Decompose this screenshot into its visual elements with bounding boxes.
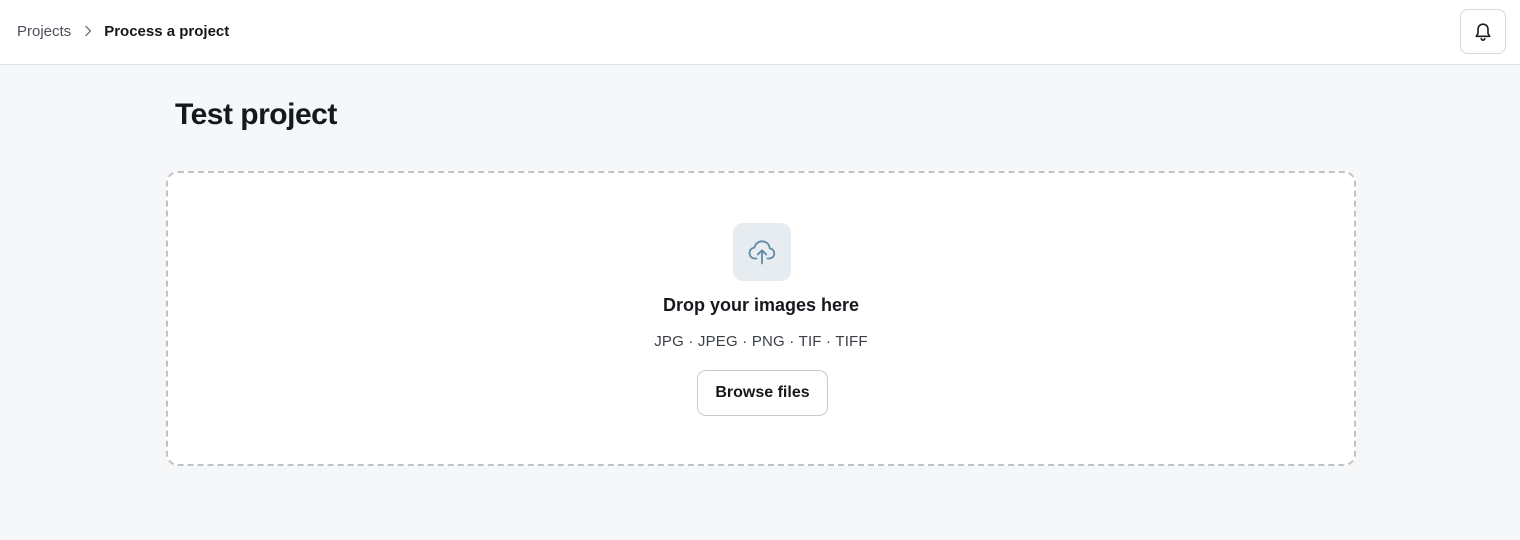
- breadcrumb-current: Process a project: [104, 22, 230, 40]
- page-title: Test project: [175, 98, 337, 131]
- browse-files-button[interactable]: Browse files: [697, 370, 828, 416]
- cloud-upload-icon: [747, 238, 777, 266]
- notifications-button[interactable]: [1460, 9, 1506, 54]
- supported-formats: JPG · JPEG · PNG · TIF · TIFF: [654, 333, 868, 350]
- file-dropzone[interactable]: Drop your images here JPG · JPEG · PNG ·…: [166, 171, 1356, 466]
- bell-icon: [1474, 22, 1492, 42]
- upload-icon-tile: [733, 223, 791, 281]
- top-bar: Projects Process a project: [0, 0, 1520, 65]
- breadcrumb: Projects Process a project: [17, 0, 229, 62]
- breadcrumb-projects-link[interactable]: Projects: [17, 23, 71, 40]
- chevron-right-icon: [84, 25, 92, 37]
- dropzone-heading: Drop your images here: [662, 295, 860, 315]
